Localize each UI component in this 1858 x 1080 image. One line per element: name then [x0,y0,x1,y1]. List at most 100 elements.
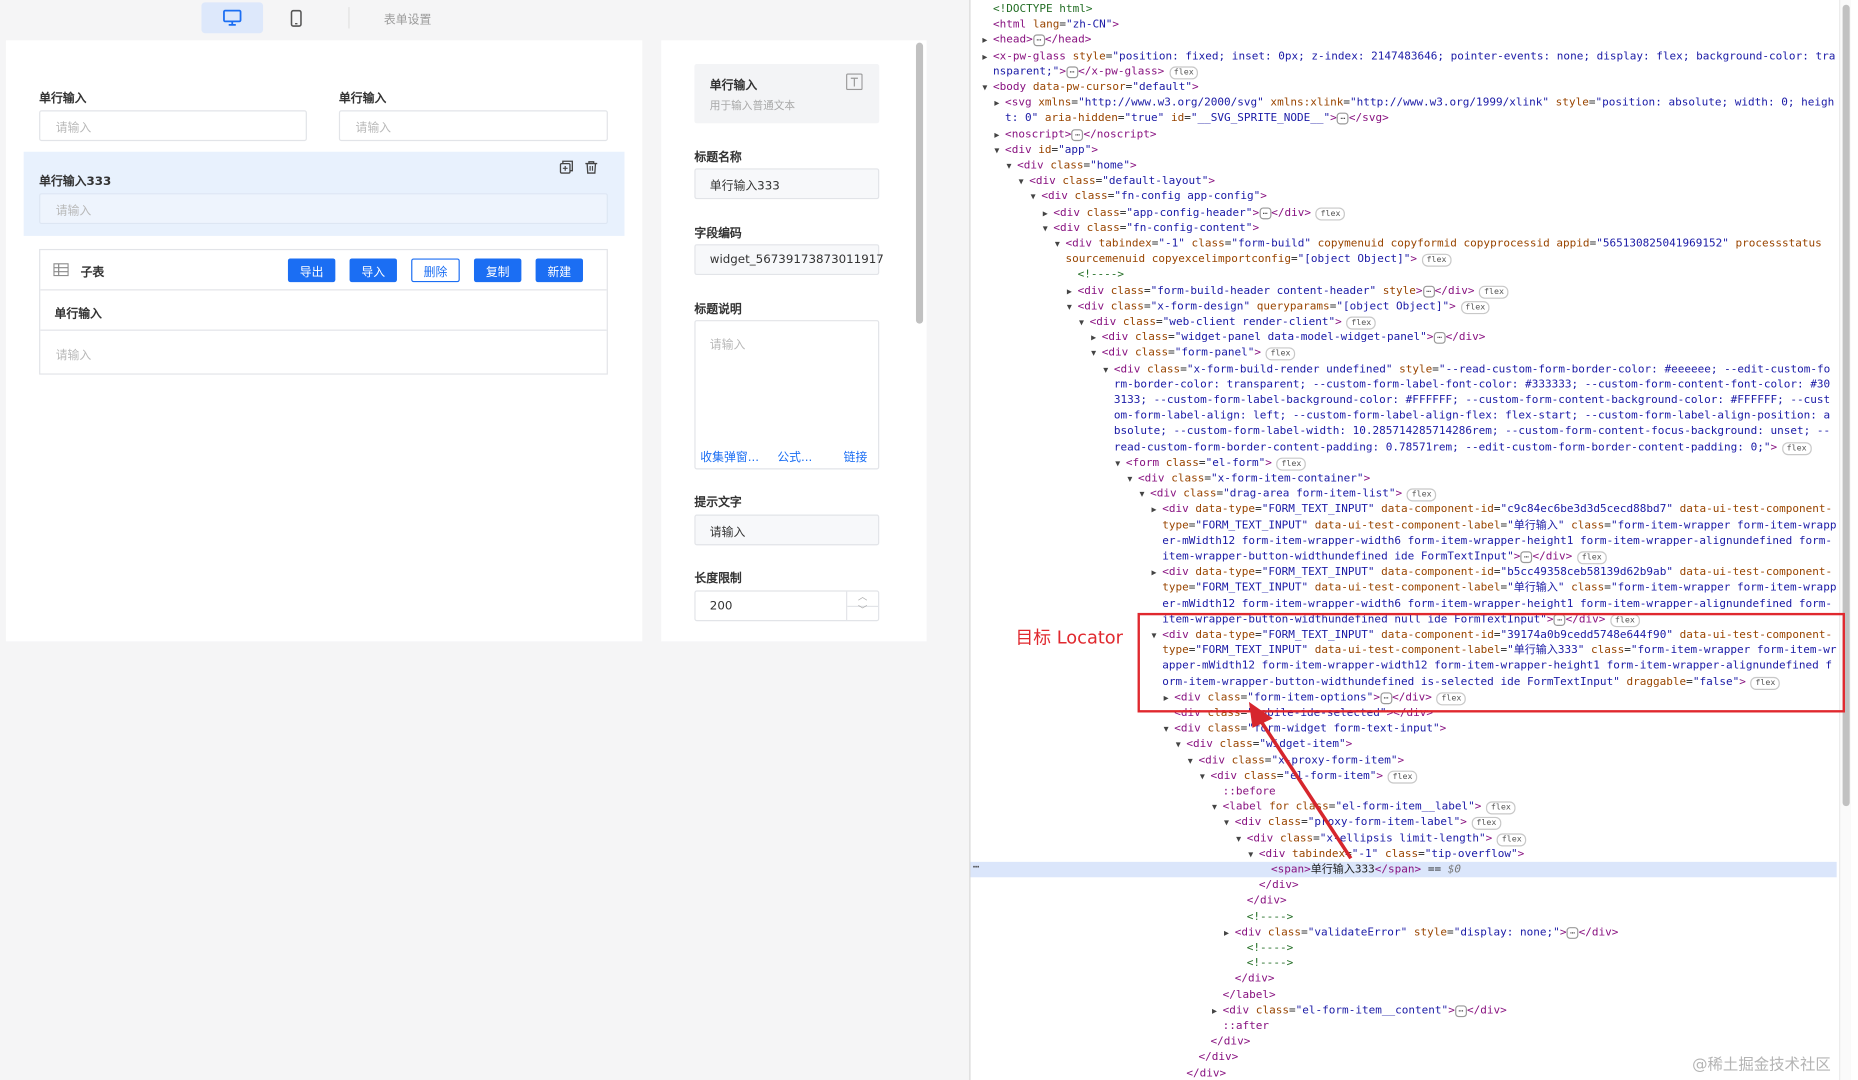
dom-tree-line[interactable]: ▼ <div class="fn-config-content"> [1043,220,1259,235]
dom-tree-line[interactable]: ▶ <div class="app-config-header"> ⋯ </div> f… [1043,205,1346,221]
dom-tree-line[interactable]: ▶ <svg xmlns="http://www.w3.org/2000/svg"… [994,95,1834,110]
collapse-triangle-icon[interactable]: ▼ [1006,159,1017,174]
dom-tree-line[interactable]: bsolute; --custom-form-label-width: 10.2… [1103,424,1830,439]
collapse-triangle-icon[interactable]: ▼ [1176,738,1187,753]
dom-tree-line[interactable]: ▼ <form class="el-form"> flex [1115,455,1307,471]
text-input[interactable]: 请输入 [39,110,307,142]
dom-tree-line[interactable]: ▼ <div class="x-form-item-container"> [1127,471,1370,486]
hint-text-input[interactable]: 请输入 [694,514,880,546]
dom-tree-line[interactable]: read-custom-form-border-content-padding:… [1103,439,1812,455]
collapse-triangle-icon[interactable]: ▼ [1031,190,1042,205]
dom-tree-line[interactable]: item-wrapper-button-widthundefined ide F… [1152,549,1607,565]
dom-tree-line[interactable]: </div> [1176,1065,1226,1080]
dom-tree-line[interactable]: ▼ <div class="x-form-build-render undefin… [1103,361,1830,376]
dom-tree-line[interactable]: type="FORM_TEXT_INPUT" data-ui-test-comp… [1152,518,1836,533]
expand-triangle-icon[interactable]: ▶ [982,49,993,64]
number-stepper[interactable]: ︿ ﹀ [846,590,879,621]
dom-tree-line[interactable]: <html lang="zh-CN"> [982,17,1119,32]
expand-triangle-icon[interactable]: ▶ [994,128,1005,143]
dom-tree-line[interactable]: ▶ <div data-type="FORM_TEXT_INPUT" data-c… [1152,502,1833,517]
dom-tree-line[interactable]: er-mWidth12 form-item-wrapper-width6 for… [1152,533,1832,548]
properties-scrollbar[interactable] [915,42,924,324]
expand-triangle-icon[interactable]: ▶ [994,96,1005,111]
dom-tree-line[interactable]: ▶ <div class="el-form-item__content"> ⋯ </d… [1212,1003,1507,1018]
dom-tree-line[interactable]: </div> [1200,1034,1251,1049]
import-button[interactable]: 导入 [349,258,397,283]
link-link[interactable]: 链接 [844,447,868,465]
stepper-down-icon[interactable]: ﹀ [858,603,867,616]
dom-tree-line[interactable]: ▶ <div class="widget-panel data-model-wid… [1091,330,1485,345]
dom-tree-line[interactable]: </div> [1188,1050,1238,1065]
dom-tree-line[interactable]: ▶ <x-pw-glass style="position: fixed; ins… [982,48,1835,63]
expand-triangle-icon[interactable]: ▶ [1091,331,1102,346]
collapse-triangle-icon[interactable]: ▼ [1019,174,1030,189]
devtools-scrollbar[interactable] [1839,0,1851,1080]
expand-triangle-icon[interactable]: ▶ [1224,926,1235,941]
expand-triangle-icon[interactable]: ▶ [982,34,993,49]
collapse-triangle-icon[interactable]: ▼ [1103,362,1114,377]
subtable-cell-input[interactable]: 请输入 [56,345,92,363]
pc-view-toggle[interactable] [201,2,264,34]
dom-tree-line[interactable]: ▼ <div tabindex="-1" class="form-build" c… [1055,236,1822,251]
dom-tree-line[interactable]: ▶ <div class="validateError" style="displ… [1224,924,1618,939]
expand-triangle-icon[interactable]: ▶ [1067,284,1078,299]
dom-tree-line[interactable]: sourcemenuid copyexcelimportconfig="[obj… [1055,252,1452,267]
text-input[interactable]: 请输入 [338,110,608,142]
dom-tree-line[interactable]: </div> [1248,877,1299,892]
expand-triangle-icon[interactable]: ▶ [1212,1004,1223,1019]
dom-tree-line[interactable]: om-form-label-align: left; --custom-form… [1103,408,1830,423]
selected-text-input[interactable]: 请输入 [39,193,608,225]
dom-tree-line[interactable]: ▼ <div class="home"> [1006,158,1136,173]
dom-tree-line[interactable]: ▼ <div class="form-panel"> flex [1091,345,1296,362]
title-name-input[interactable]: 单行输入333 [694,168,880,200]
selected-form-item[interactable]: 单行输入333 请输入 [23,151,625,236]
dom-tree-line[interactable]: ▼ <body data-pw-cursor="default"> [982,79,1198,94]
dom-tree-line[interactable]: ▼ <div id="app"> [994,142,1098,157]
dom-tree-line[interactable]: <!----> [1067,267,1124,282]
formula-link[interactable]: 公式... [777,447,812,465]
title-description-textarea[interactable]: 请输入 收集弹窗... 公式... 链接 [694,320,880,470]
dom-tree-line[interactable]: <!----> [1236,909,1293,924]
stepper-up-icon[interactable]: ︿ [858,590,867,603]
dom-tree-line[interactable]: ▼ <div class="web-client render-client"> f… [1079,314,1376,330]
new-button[interactable]: 新建 [535,258,583,283]
dom-tree-line[interactable]: nsparent;"> ⋯ </x-pw-glass> flex [982,64,1199,80]
collapse-triangle-icon[interactable]: ▼ [1091,347,1102,362]
dom-tree-line[interactable]: 3133; --custom-form-label-background-col… [1103,392,1830,407]
collect-popup-link[interactable]: 收集弹窗... [700,447,759,465]
collapse-triangle-icon[interactable]: ▼ [1055,237,1066,252]
dom-tree-line[interactable]: <!----> [1236,956,1293,971]
dom-tree-line[interactable]: ▼ <div class="fn-config app-config"> [1031,189,1267,204]
collapse-triangle-icon[interactable]: ▼ [1079,315,1090,330]
collapse-triangle-icon[interactable]: ▼ [994,143,1005,158]
collapse-triangle-icon[interactable]: ▼ [1139,487,1150,502]
expand-triangle-icon[interactable]: ▶ [1152,503,1163,518]
delete-button[interactable]: 删除 [411,258,460,283]
dom-tree-line[interactable]: ::after [1212,1018,1269,1033]
export-button[interactable]: 导出 [287,258,336,283]
dom-tree-line[interactable]: ▶ <div class="form-build-header content-h… [1067,283,1509,299]
collapse-triangle-icon[interactable]: ▼ [1188,754,1199,769]
length-limit-input[interactable]: 200 ︿ ﹀ [694,590,880,622]
dom-tree-line[interactable]: ▶ <div data-type="FORM_TEXT_INPUT" data-c… [1152,565,1833,580]
collapse-triangle-icon[interactable]: ▼ [1200,769,1211,784]
field-code-input[interactable]: widget_56739173873011917 [694,244,884,276]
dom-tree-line[interactable]: ▶ <head> ⋯ </head> [982,32,1091,47]
dom-tree-line[interactable]: </label> [1212,987,1276,1002]
collapse-triangle-icon[interactable]: ▼ [1043,221,1054,236]
collapse-triangle-icon[interactable]: ▼ [1212,800,1223,815]
expand-triangle-icon[interactable]: ▶ [1043,206,1054,221]
dom-tree-line[interactable]: </div> [1236,893,1287,908]
collapse-triangle-icon[interactable]: ▼ [1115,456,1126,471]
dom-tree-line[interactable]: <!----> [1236,940,1293,955]
dom-tree-line[interactable]: t: 0" aria-hidden="true" id="__SVG_SPRIT… [994,111,1389,126]
dom-tree-line[interactable]: rm-border-color: transparent; --custom-f… [1103,377,1830,392]
copy-button[interactable]: 复制 [473,258,522,283]
dom-tree-line[interactable]: ▼ <div class="drag-area form-item-list"> f… [1139,486,1437,502]
dom-tree-line[interactable]: <!DOCTYPE html> [982,1,1092,16]
dom-tree-line[interactable]: </div> [1224,971,1275,986]
mobile-view-toggle[interactable] [275,2,318,33]
delete-field-button[interactable] [582,158,601,177]
collapse-triangle-icon[interactable]: ▼ [982,81,993,96]
more-options-icon[interactable]: ⋯ [973,862,979,874]
